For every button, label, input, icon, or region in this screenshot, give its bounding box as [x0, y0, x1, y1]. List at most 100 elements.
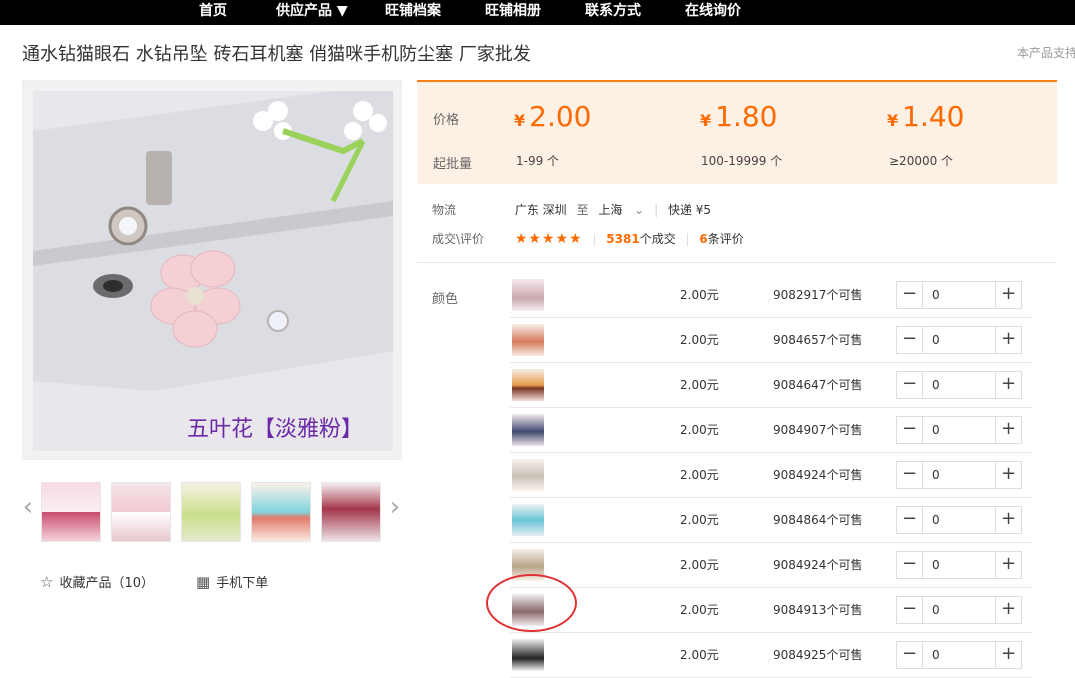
favorite-label: 收藏产品（10） [59, 576, 154, 591]
thumbnail[interactable] [181, 482, 241, 542]
qty-tier-1: 1-99 个 [516, 154, 560, 168]
currency-symbol: ¥ [700, 111, 712, 130]
currency-symbol: ¥ [887, 111, 899, 130]
plus-icon[interactable]: + [995, 642, 1021, 668]
sku-row: 2.00元 9084913个可售 − + [510, 588, 1032, 633]
nav-contact[interactable]: 联系方式 [585, 0, 641, 25]
quantity-input[interactable] [924, 372, 994, 398]
minus-icon[interactable]: − [897, 507, 923, 533]
sku-stock: 9084924个可售 [773, 468, 863, 482]
minus-icon[interactable]: − [897, 327, 923, 353]
quantity-input[interactable] [924, 462, 994, 488]
quantity-input[interactable] [924, 327, 994, 353]
favorite-button[interactable]: ☆ 收藏产品（10） [40, 572, 154, 591]
qr-code-icon: ▦ [196, 573, 211, 591]
sku-row: 2.00元9082917个可售−+ [510, 273, 1032, 318]
highlight-circle [486, 574, 577, 632]
sku-thumbnail[interactable] [512, 504, 544, 536]
plus-icon[interactable]: + [995, 372, 1021, 398]
sku-stock: 9084913个可售 [773, 603, 863, 617]
sku-stock: 9084925个可售 [773, 648, 863, 662]
star-outline-icon: ☆ [40, 573, 54, 591]
sku-stock: 9084924个可售 [773, 558, 863, 572]
quantity-input[interactable] [924, 417, 994, 443]
chevron-left-icon[interactable]: ‹ [20, 492, 36, 522]
sku-thumbnail[interactable] [512, 369, 544, 401]
minus-icon[interactable]: − [897, 642, 923, 668]
quantity-input[interactable] [924, 597, 994, 623]
thumbnail[interactable] [321, 482, 381, 542]
chevron-right-icon[interactable]: › [387, 492, 403, 522]
sku-row: 2.00元9084647个可售−+ [510, 363, 1032, 408]
plus-icon[interactable]: + [995, 597, 1021, 623]
quantity-input[interactable] [924, 507, 994, 533]
thumbnail[interactable] [41, 482, 101, 542]
deals-row: 成交\评价 ★★★★★ | 5381个成交 | 6条评价 [432, 230, 744, 247]
sku-thumbnail[interactable] [512, 639, 544, 671]
thumbnail[interactable] [251, 482, 311, 542]
price-box: 价格 起批量 ¥2.00 1-99 个 ¥1.80 100-19999 个 ¥1… [417, 80, 1057, 184]
sku-thumbnail[interactable] [512, 459, 544, 491]
quantity-stepper: −+ [896, 641, 1022, 669]
logistics-label: 物流 [432, 203, 457, 217]
sku-stock: 9084657个可售 [773, 333, 863, 347]
thumbnail[interactable] [111, 482, 171, 542]
deal-count[interactable]: 5381 [606, 232, 639, 246]
divider: | [654, 203, 659, 217]
deals-label: 成交\评价 [432, 232, 485, 246]
qty-tier-2: 100-19999 个 [701, 154, 783, 168]
image-caption: 五叶花【淡雅粉】 [187, 417, 364, 442]
product-main-image[interactable]: 五叶花【淡雅粉】 [33, 91, 393, 451]
quantity-stepper: −+ [896, 281, 1022, 309]
sku-price: 2.00元 [680, 558, 719, 572]
nav-products[interactable]: 供应产品 ▼ [276, 0, 348, 25]
sku-price: 2.00元 [680, 333, 719, 347]
nav-shop-album[interactable]: 旺铺相册 [485, 0, 541, 25]
sku-thumbnail[interactable] [512, 279, 544, 311]
quantity-input[interactable] [924, 642, 994, 668]
qty-tier-3: ≥20000 个 [889, 154, 954, 168]
minus-icon[interactable]: − [897, 597, 923, 623]
chevron-down-icon: ⌄ [634, 203, 645, 217]
quantity-stepper: −+ [896, 506, 1022, 534]
product-photo-illustration [33, 91, 393, 451]
shipping-method: 快递 ¥5 [667, 203, 712, 217]
minus-icon[interactable]: − [897, 462, 923, 488]
plus-icon[interactable]: + [995, 462, 1021, 488]
minus-icon[interactable]: − [897, 552, 923, 578]
thumbnail-strip: ‹ › [20, 478, 405, 544]
mobile-order-button[interactable]: ▦ 手机下单 [196, 572, 268, 591]
product-title: 通水钻猫眼石 水钻吊坠 砖石耳机塞 俏猫咪手机防尘塞 厂家批发 [22, 44, 531, 65]
nav-home[interactable]: 首页 [199, 0, 227, 25]
plus-icon[interactable]: + [995, 417, 1021, 443]
deal-count-suffix: 个成交 [639, 232, 676, 246]
ship-from: 广东 深圳 [514, 203, 567, 217]
sku-price: 2.00元 [680, 603, 719, 617]
plus-icon[interactable]: + [995, 552, 1021, 578]
sku-row: 2.00元9084925个可售−+ [510, 633, 1032, 678]
logistics-row: 物流 广东 深圳 至 上海 ⌄ | 快递 ¥5 [432, 201, 711, 218]
nav-shop-profile[interactable]: 旺铺档案 [385, 0, 441, 25]
main-image-frame: 五叶花【淡雅粉】 [22, 80, 402, 460]
plus-icon[interactable]: + [995, 282, 1021, 308]
mobile-order-label: 手机下单 [216, 576, 269, 591]
quantity-input[interactable] [924, 282, 994, 308]
review-count-suffix: 条评价 [707, 232, 744, 246]
ship-to-city: 上海 [598, 203, 623, 217]
plus-icon[interactable]: + [995, 327, 1021, 353]
nav-inquiry[interactable]: 在线询价 [685, 0, 741, 25]
price-tier-3: ¥1.40 [887, 100, 964, 133]
plus-icon[interactable]: + [995, 507, 1021, 533]
minus-icon[interactable]: − [897, 372, 923, 398]
quantity-input[interactable] [924, 552, 994, 578]
sku-thumbnail[interactable] [512, 324, 544, 356]
sku-stock: 9082917个可售 [773, 288, 863, 302]
sku-thumbnail[interactable] [512, 414, 544, 446]
minus-icon[interactable]: − [897, 282, 923, 308]
minus-icon[interactable]: − [897, 417, 923, 443]
quantity-stepper: −+ [896, 461, 1022, 489]
review-count[interactable]: 6 [699, 232, 707, 246]
sku-price: 2.00元 [680, 468, 719, 482]
price-tier-1: ¥2.00 [514, 100, 591, 133]
ship-to-select[interactable]: 上海 ⌄ [598, 203, 644, 217]
